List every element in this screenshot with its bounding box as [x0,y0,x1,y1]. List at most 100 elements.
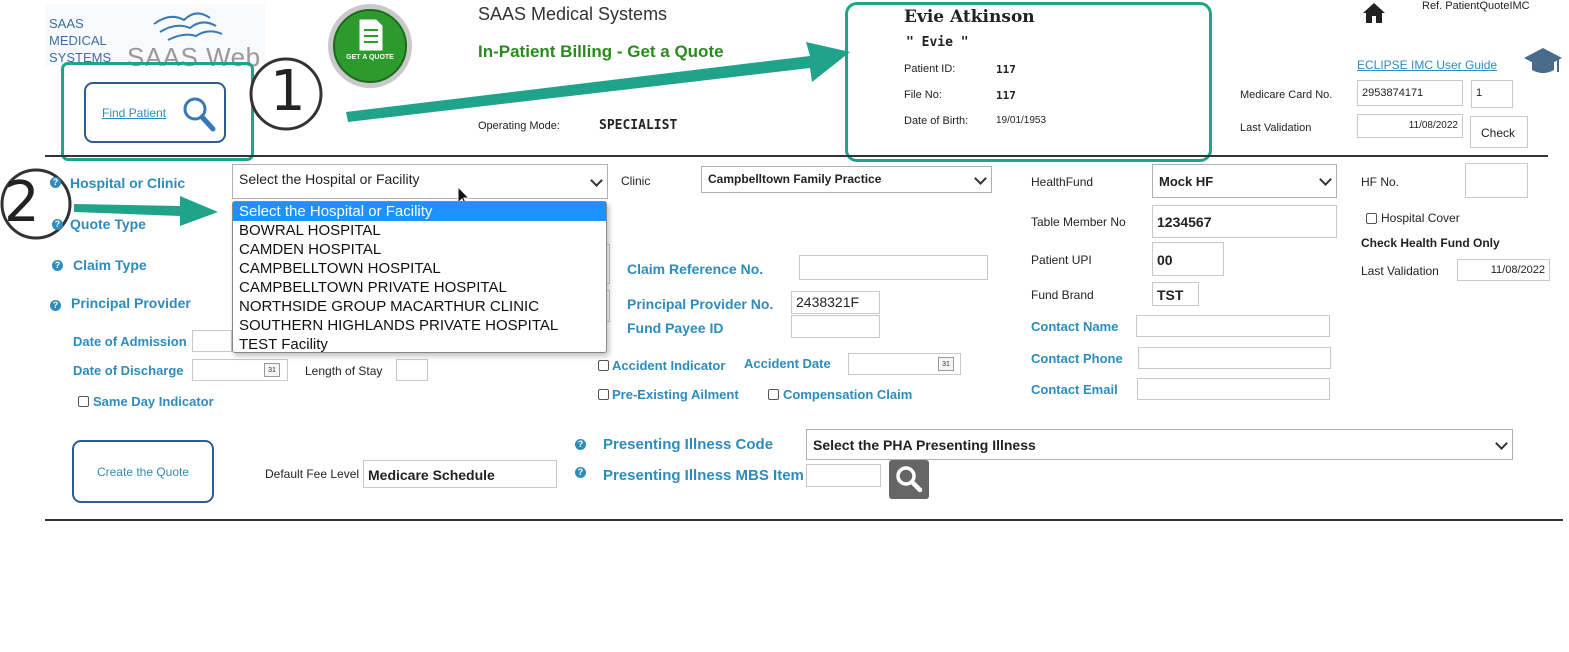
file-no-label: File No: [904,89,942,101]
calendar-icon[interactable]: 31 [938,357,954,371]
hospital-cover-checkbox[interactable] [1366,213,1377,224]
accident-indicator-checkbox[interactable] [598,360,609,371]
fund-brand-label: Fund Brand [1031,288,1094,302]
check-button[interactable]: Check [1470,116,1528,148]
hospital-options-list[interactable]: Select the Hospital or Facility BOWRAL H… [232,201,607,353]
length-of-stay-input[interactable] [396,359,428,381]
hospital-option[interactable]: TEST Facility [233,335,606,354]
healthfund-selected-text: Mock HF [1159,174,1214,189]
accident-indicator-label: Accident Indicator [612,358,726,373]
medicare-last-validation-label: Last Validation [1240,122,1312,134]
presenting-code-select[interactable]: Select the PHA Presenting Illness [806,429,1513,460]
pre-existing-checkbox[interactable] [598,389,609,400]
compensation-checkbox[interactable] [768,389,779,400]
logo-line2: MEDICAL [49,33,107,48]
user-guide-link[interactable]: ECLIPSE IMC User Guide [1357,58,1497,72]
contact-email-label: Contact Email [1031,382,1118,397]
help-icon[interactable]: ? [575,439,586,450]
annotation-number-1: 1 [270,59,306,124]
clinic-selected-text: Campbelltown Family Practice [708,172,882,186]
principal-provider-no-input[interactable]: 2438321F [791,291,880,314]
help-icon[interactable]: ? [575,467,586,478]
help-icon[interactable]: ? [52,219,63,230]
help-icon[interactable]: ? [52,260,63,271]
medicare-irn-input[interactable]: 1 [1471,80,1513,108]
presenting-mbs-label: Presenting Illness MBS Item [603,467,804,484]
calendar-icon[interactable]: 31 [264,363,280,377]
claim-type-label: Claim Type [73,257,147,273]
medicare-last-validation-input[interactable]: 11/08/2022 [1357,114,1463,138]
find-patient-button[interactable]: Find Patient [84,82,226,143]
hf-no-label: HF No. [1361,175,1400,189]
medicare-card-input[interactable]: 2953874171 [1357,80,1463,106]
date-admission-label: Date of Admission [73,334,187,349]
contact-name-label: Contact Name [1031,319,1119,334]
accident-date-label: Accident Date [744,356,831,371]
saas-logo: SAAS MEDICAL SYSTEMS SAAS Web [45,4,265,72]
fund-payee-label: Fund Payee ID [627,320,724,336]
patient-upi-label: Patient UPI [1031,253,1092,267]
search-icon[interactable] [182,96,216,132]
principal-provider-no-label: Principal Provider No. [627,296,774,312]
hospital-option[interactable]: NORTHSIDE GROUP MACARTHUR CLINIC [233,297,606,316]
clinic-select[interactable]: Campbelltown Family Practice [701,166,992,193]
company-name: SAAS Medical Systems [478,4,668,24]
claim-reference-input[interactable] [799,255,988,280]
healthfund-select[interactable]: Mock HF [1152,164,1337,198]
create-quote-button[interactable]: Create the Quote [72,440,214,503]
hospital-option[interactable]: CAMPBELLTOWN HOSPITAL [233,259,606,278]
contact-phone-input[interactable] [1138,347,1331,369]
table-member-input[interactable]: 1234567 [1152,205,1337,238]
help-icon[interactable]: ? [50,300,61,311]
hospital-option[interactable]: BOWRAL HOSPITAL [233,221,606,240]
patient-nickname: " Evie " [906,35,969,50]
medicare-card-label: Medicare Card No. [1240,89,1333,101]
help-icon[interactable]: ? [50,177,61,188]
healthfund-label: HealthFund [1031,175,1094,189]
hospital-option[interactable]: SOUTHERN HIGHLANDS PRIVATE HOSPITAL [233,316,606,335]
patient-info-box: Evie Atkinson " Evie " Patient ID: 117 F… [845,2,1212,162]
patient-id-label: Patient ID: [904,63,956,75]
hospital-option[interactable]: CAMPBELLTOWN PRIVATE HOSPITAL [233,278,606,297]
logo-line1: SAAS [49,16,84,31]
hf-no-input[interactable] [1465,163,1528,198]
footer-divider [45,519,1563,521]
dob-label: Date of Birth: [904,115,969,127]
ref-label: Ref. PatientQuoteIMC [1422,0,1530,12]
same-day-label: Same Day Indicator [93,394,214,409]
annotation-arrow-1 [346,42,850,122]
annotation-number-2: 2 [4,170,40,235]
date-discharge-label: Date of Discharge [73,363,184,378]
home-icon[interactable] [1362,2,1386,24]
fund-last-validation-label: Last Validation [1361,264,1439,278]
table-member-label: Table Member No [1031,215,1126,229]
presenting-mbs-input[interactable] [806,464,881,487]
fund-payee-input[interactable] [791,315,880,338]
find-patient-link[interactable]: Find Patient [102,106,166,120]
contact-name-input[interactable] [1136,315,1330,337]
graduation-cap-icon[interactable] [1523,46,1563,78]
chevron-down-icon [1319,173,1332,186]
search-icon [896,466,923,493]
hospital-option[interactable]: Select the Hospital or Facility [233,202,606,221]
hospital-option[interactable]: CAMDEN HOSPITAL [233,240,606,259]
fund-brand-input[interactable]: TST [1152,282,1199,306]
hospital-select[interactable]: Select the Hospital or Facility [232,164,608,199]
compensation-label: Compensation Claim [783,387,913,402]
date-admission-input[interactable] [192,330,232,352]
contact-phone-label: Contact Phone [1031,351,1123,366]
fund-last-validation-input[interactable]: 11/08/2022 [1457,259,1550,281]
contact-email-input[interactable] [1137,378,1330,400]
claim-reference-label: Claim Reference No. [627,261,764,277]
create-quote-label: Create the Quote [96,465,190,479]
mbs-search-button[interactable] [889,460,929,499]
dob-value: 19/01/1953 [996,115,1047,126]
same-day-checkbox[interactable] [78,396,89,407]
default-fee-label: Default Fee Level [265,467,360,481]
presenting-code-label: Presenting Illness Code [603,436,774,453]
chevron-down-icon [590,173,603,187]
patient-upi-input[interactable]: 00 [1152,242,1224,276]
chevron-down-icon [974,171,987,185]
default-fee-input[interactable]: Medicare Schedule [363,460,557,488]
length-of-stay-label: Length of Stay [305,364,383,378]
